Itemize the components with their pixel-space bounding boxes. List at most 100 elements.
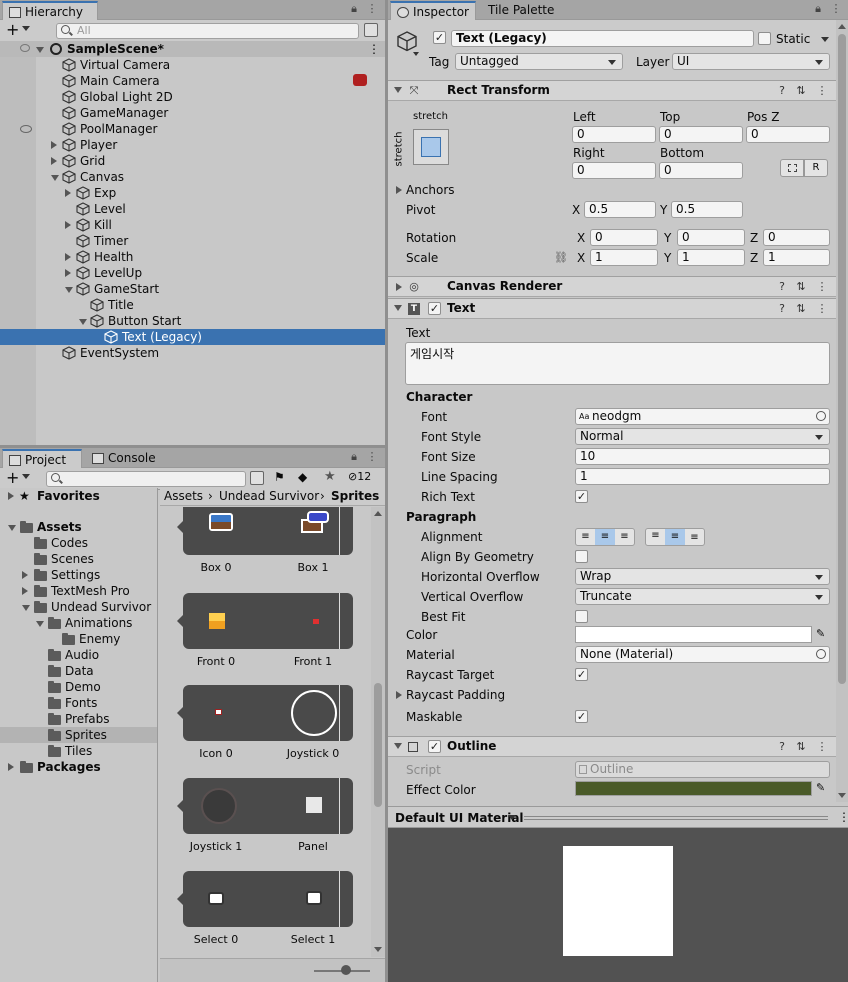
sprite-sheet-card[interactable] bbox=[177, 685, 353, 741]
expand-arrow[interactable] bbox=[394, 87, 402, 93]
canvas-renderer-header[interactable]: ◎ Canvas Renderer ? ⇅ ⋮ bbox=[388, 276, 836, 297]
scroll-down-icon[interactable] bbox=[374, 947, 382, 952]
hierarchy-row[interactable]: Title bbox=[0, 297, 385, 313]
font-field[interactable]: Aa neodgm bbox=[575, 408, 830, 425]
more-options-icon[interactable]: ⋮ bbox=[366, 3, 378, 15]
effect-color-swatch[interactable] bbox=[575, 781, 812, 796]
layer-dropdown[interactable]: UI bbox=[672, 53, 830, 70]
expand-arrow[interactable] bbox=[394, 743, 402, 749]
chevron-down-icon[interactable] bbox=[22, 26, 30, 31]
hierarchy-row[interactable]: Timer bbox=[0, 233, 385, 249]
object-picker-icon[interactable] bbox=[816, 649, 826, 659]
expand-arrow[interactable] bbox=[396, 691, 402, 699]
material-field[interactable]: None (Material) bbox=[575, 646, 830, 663]
expand-arrow-icon[interactable] bbox=[65, 269, 71, 277]
expand-arrow-icon[interactable] bbox=[51, 141, 57, 149]
zoom-slider-handle[interactable] bbox=[341, 965, 351, 975]
component-menu-icon[interactable]: ⋮ bbox=[816, 741, 828, 753]
presets-icon[interactable]: ⇅ bbox=[795, 281, 807, 293]
hidden-eye-icon[interactable] bbox=[20, 125, 32, 133]
hierarchy-row[interactable]: Virtual Camera bbox=[0, 57, 385, 73]
component-menu-icon[interactable]: ⋮ bbox=[816, 281, 828, 293]
more-options-icon[interactable]: ⋮ bbox=[830, 3, 842, 15]
expand-arrow-icon[interactable] bbox=[65, 253, 71, 261]
scale-x-field[interactable]: 1 bbox=[590, 249, 658, 266]
preview-menu-icon[interactable]: ⋮ bbox=[838, 810, 848, 824]
best-fit-checkbox[interactable] bbox=[575, 610, 588, 623]
expand-arrow-icon[interactable] bbox=[8, 492, 14, 500]
help-icon[interactable]: ? bbox=[776, 281, 788, 293]
breadcrumb-undead-survivor[interactable]: Undead Survivor bbox=[219, 488, 319, 505]
sprite-sheet-collapse-icon[interactable] bbox=[177, 707, 183, 719]
collapse-arrow-icon[interactable] bbox=[22, 605, 30, 611]
scroll-thumb[interactable] bbox=[374, 683, 382, 807]
breadcrumb-sprites[interactable]: Sprites bbox=[331, 488, 379, 505]
align-center-icon[interactable]: ≡ bbox=[595, 529, 615, 545]
filter-by-label-icon[interactable]: ◆ bbox=[298, 470, 307, 484]
chevron-down-icon[interactable] bbox=[22, 474, 30, 479]
scene-row[interactable]: SampleScene* ⋮ bbox=[0, 41, 385, 57]
project-tree-item[interactable]: Enemy bbox=[0, 631, 157, 647]
expand-arrow[interactable] bbox=[396, 186, 402, 194]
search-by-type-icon[interactable] bbox=[250, 471, 264, 485]
collapse-arrow-icon[interactable] bbox=[65, 287, 73, 293]
hierarchy-row[interactable]: Kill bbox=[0, 217, 385, 233]
inspector-scrollbar[interactable] bbox=[836, 20, 848, 802]
v-overflow-dropdown[interactable]: Truncate bbox=[575, 588, 830, 605]
color-swatch[interactable] bbox=[575, 626, 812, 643]
project-tree-item[interactable]: Audio bbox=[0, 647, 157, 663]
project-tree-item[interactable]: Codes bbox=[0, 535, 157, 551]
scroll-up-icon[interactable] bbox=[374, 511, 382, 516]
hierarchy-row[interactable]: Exp bbox=[0, 185, 385, 201]
project-tree-item[interactable]: ★ Favorites bbox=[0, 488, 157, 504]
project-tree-item[interactable]: Assets bbox=[0, 519, 157, 535]
scroll-up-icon[interactable] bbox=[838, 24, 846, 29]
expand-arrow-icon[interactable] bbox=[22, 587, 28, 595]
lock-icon[interactable]: 🔒︎ bbox=[348, 451, 360, 463]
project-tree-item[interactable]: Tiles bbox=[0, 743, 157, 759]
project-search-input[interactable] bbox=[46, 471, 246, 487]
project-tree-item[interactable]: Scenes bbox=[0, 551, 157, 567]
outline-component-header[interactable]: ✓ Outline ? ⇅ ⋮ bbox=[388, 736, 836, 757]
chevron-down-icon[interactable] bbox=[821, 37, 829, 42]
sprite-sheet-card[interactable] bbox=[177, 507, 353, 555]
bottom-field[interactable]: 0 bbox=[659, 162, 743, 179]
presets-icon[interactable]: ⇅ bbox=[795, 85, 807, 97]
hierarchy-row[interactable]: LevelUp bbox=[0, 265, 385, 281]
scene-menu-icon[interactable]: ⋮ bbox=[368, 41, 380, 57]
raycast-target-checkbox[interactable]: ✓ bbox=[575, 668, 588, 681]
hierarchy-row[interactable]: Grid bbox=[0, 153, 385, 169]
rotation-z-field[interactable]: 0 bbox=[763, 229, 830, 246]
sprite-grid-scrollbar[interactable] bbox=[371, 507, 385, 957]
project-tree-item[interactable]: Data bbox=[0, 663, 157, 679]
expand-arrow-icon[interactable] bbox=[51, 157, 57, 165]
hierarchy-row[interactable]: Text (Legacy) bbox=[0, 329, 385, 345]
expand-arrow[interactable] bbox=[36, 47, 44, 53]
pivot-y-field[interactable]: 0.5 bbox=[671, 201, 743, 218]
hierarchy-row[interactable]: GameManager bbox=[0, 105, 385, 121]
rotation-y-field[interactable]: 0 bbox=[677, 229, 745, 246]
right-field[interactable]: 0 bbox=[572, 162, 656, 179]
constrain-proportions-icon[interactable]: ⛓ bbox=[554, 251, 568, 264]
project-tree-item[interactable]: Animations bbox=[0, 615, 157, 631]
line-spacing-field[interactable]: 1 bbox=[575, 468, 830, 485]
search-options-icon[interactable] bbox=[364, 23, 378, 37]
hidden-packages-icon[interactable]: ⊘12 bbox=[348, 470, 371, 483]
help-icon[interactable]: ? bbox=[776, 741, 788, 753]
align-bottom-icon[interactable]: ≡ bbox=[685, 529, 704, 545]
hierarchy-row[interactable]: Global Light 2D bbox=[0, 89, 385, 105]
pivot-x-field[interactable]: 0.5 bbox=[584, 201, 656, 218]
tag-dropdown[interactable]: Untagged bbox=[455, 53, 623, 70]
hierarchy-row[interactable]: Canvas bbox=[0, 169, 385, 185]
align-middle-icon[interactable]: ≡ bbox=[665, 529, 685, 545]
raycast-padding-label[interactable]: Raycast Padding bbox=[406, 687, 505, 703]
scale-y-field[interactable]: 1 bbox=[677, 249, 745, 266]
preview-material-dropdown[interactable]: Default UI Material bbox=[395, 810, 524, 826]
h-overflow-dropdown[interactable]: Wrap bbox=[575, 568, 830, 585]
rotation-x-field[interactable]: 0 bbox=[590, 229, 658, 246]
align-left-icon[interactable]: ≡ bbox=[576, 529, 595, 545]
project-tree-item[interactable]: Sprites bbox=[0, 727, 157, 743]
hierarchy-row[interactable]: Main Camera bbox=[0, 73, 385, 89]
outline-enabled-toggle[interactable]: ✓ bbox=[428, 740, 441, 753]
raw-edit-button[interactable]: R bbox=[804, 159, 828, 177]
